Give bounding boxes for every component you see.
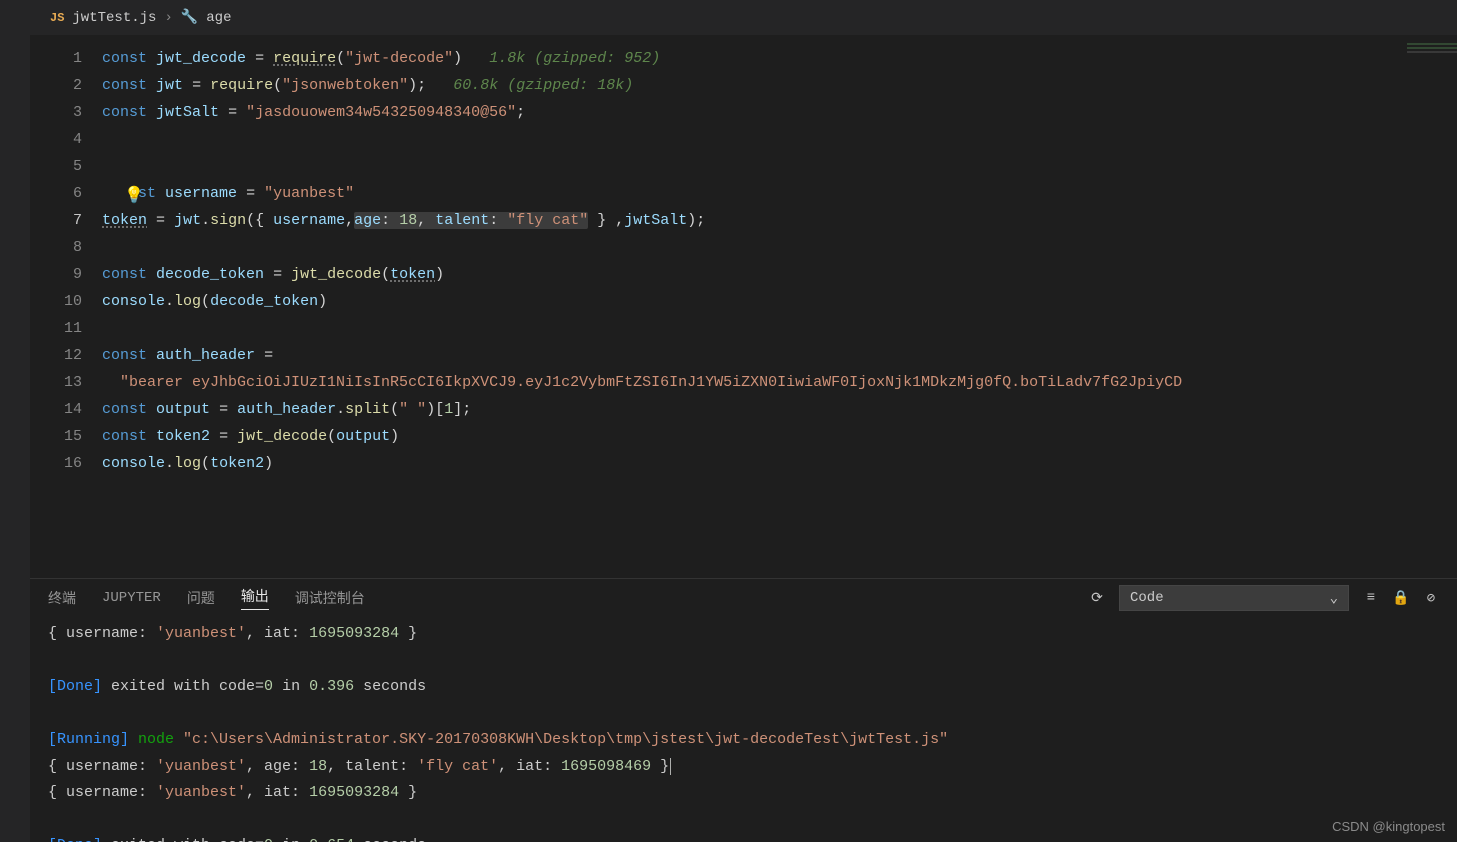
file-name[interactable]: jwtTest.js [72, 10, 156, 26]
select-value: Code [1130, 590, 1164, 606]
output-line: [Done] exited with code=0 in 0.654 secon… [48, 833, 1439, 842]
code-line: console.log(decode_token) [102, 288, 1457, 315]
code-line: nst username = "yuanbest" [102, 180, 1457, 207]
lang-badge: JS [50, 11, 64, 25]
line-no: 13 [30, 369, 82, 396]
line-no: 5 [30, 153, 82, 180]
line-no: 9 [30, 261, 82, 288]
line-no: 15 [30, 423, 82, 450]
tab-output[interactable]: 输出 [241, 586, 269, 610]
output-line [48, 648, 1439, 675]
editor[interactable]: 💡 1 2 3 4 5 6 7 8 9 10 11 12 13 14 15 16… [30, 35, 1457, 578]
output-line [48, 701, 1439, 728]
line-no: 14 [30, 396, 82, 423]
line-no: 7 [30, 207, 82, 234]
chevron-down-icon: ⌄ [1330, 590, 1338, 607]
line-no: 4 [30, 126, 82, 153]
symbol-name[interactable]: age [206, 10, 231, 26]
panel-actions: ⟳ Code ⌄ ≡ 🔒 ⊘ [1089, 585, 1439, 611]
code-line: const jwt_decode = require("jwt-decode")… [102, 45, 1457, 72]
code-line: const jwtSalt = "jasdouowem34w5432509483… [102, 99, 1457, 126]
code-line: console.log(token2) [102, 450, 1457, 477]
line-no: 1 [30, 45, 82, 72]
code-line: "bearer eyJhbGciOiJIUzI1NiIsInR5cCI6IkpX… [102, 369, 1457, 396]
output-body[interactable]: { username: 'yuanbest', iat: 1695093284 … [30, 617, 1457, 842]
output-line [48, 807, 1439, 834]
line-no: 8 [30, 234, 82, 261]
output-line: [Running] node "c:\Users\Administrator.S… [48, 727, 1439, 754]
code-line: const decode_token = jwt_decode(token) [102, 261, 1457, 288]
output-line: { username: 'yuanbest', iat: 1695093284 … [48, 621, 1439, 648]
tab-problems[interactable]: 问题 [187, 588, 215, 608]
line-no: 6 [30, 180, 82, 207]
line-no: 12 [30, 342, 82, 369]
output-line: [Done] exited with code=0 in 0.396 secon… [48, 674, 1439, 701]
code-line [102, 234, 1457, 261]
code-area[interactable]: const jwt_decode = require("jwt-decode")… [102, 35, 1457, 578]
breadcrumb[interactable]: JS jwtTest.js › 🔧 age [30, 0, 1457, 35]
code-line [102, 153, 1457, 180]
code-line: const token2 = jwt_decode(output) [102, 423, 1457, 450]
lock-icon[interactable]: 🔒 [1393, 590, 1409, 606]
line-no: 11 [30, 315, 82, 342]
code-line: const output = auth_header.split(" ")[1]… [102, 396, 1457, 423]
filter-icon[interactable]: ≡ [1363, 590, 1379, 606]
panel-tabs: 终端 JUPYTER 问题 输出 调试控制台 ⟳ Code ⌄ ≡ 🔒 ⊘ [30, 579, 1457, 617]
code-line: const auth_header = [102, 342, 1457, 369]
refresh-icon[interactable]: ⟳ [1089, 590, 1105, 606]
cursor [670, 758, 671, 775]
code-line [102, 126, 1457, 153]
code-line: token = jwt.sign({ username,age: 18, tal… [102, 207, 1457, 234]
line-no: 3 [30, 99, 82, 126]
activity-bar[interactable] [0, 0, 30, 842]
output-line: { username: 'yuanbest', iat: 1695093284 … [48, 780, 1439, 807]
line-no: 2 [30, 72, 82, 99]
line-no: 10 [30, 288, 82, 315]
code-line [102, 315, 1457, 342]
main-area: JS jwtTest.js › 🔧 age 💡 1 2 3 4 5 6 7 8 … [30, 0, 1457, 842]
line-gutter: 1 2 3 4 5 6 7 8 9 10 11 12 13 14 15 16 [30, 35, 102, 578]
watermark: CSDN @kingtopest [1332, 819, 1445, 834]
tab-debug[interactable]: 调试控制台 [295, 588, 365, 608]
clear-icon[interactable]: ⊘ [1423, 590, 1439, 606]
output-channel-select[interactable]: Code ⌄ [1119, 585, 1349, 611]
chevron-right-icon: › [164, 10, 172, 26]
output-line: { username: 'yuanbest', age: 18, talent:… [48, 754, 1439, 781]
code-line: const jwt = require("jsonwebtoken"); 60.… [102, 72, 1457, 99]
tab-jupyter[interactable]: JUPYTER [102, 590, 161, 606]
tab-terminal[interactable]: 终端 [48, 588, 76, 608]
bottom-panel: 终端 JUPYTER 问题 输出 调试控制台 ⟳ Code ⌄ ≡ 🔒 ⊘ { … [30, 578, 1457, 842]
lightbulb-icon[interactable]: 💡 [124, 185, 144, 205]
minimap[interactable] [1407, 43, 1457, 83]
line-no: 16 [30, 450, 82, 477]
wrench-icon: 🔧 [181, 9, 198, 26]
